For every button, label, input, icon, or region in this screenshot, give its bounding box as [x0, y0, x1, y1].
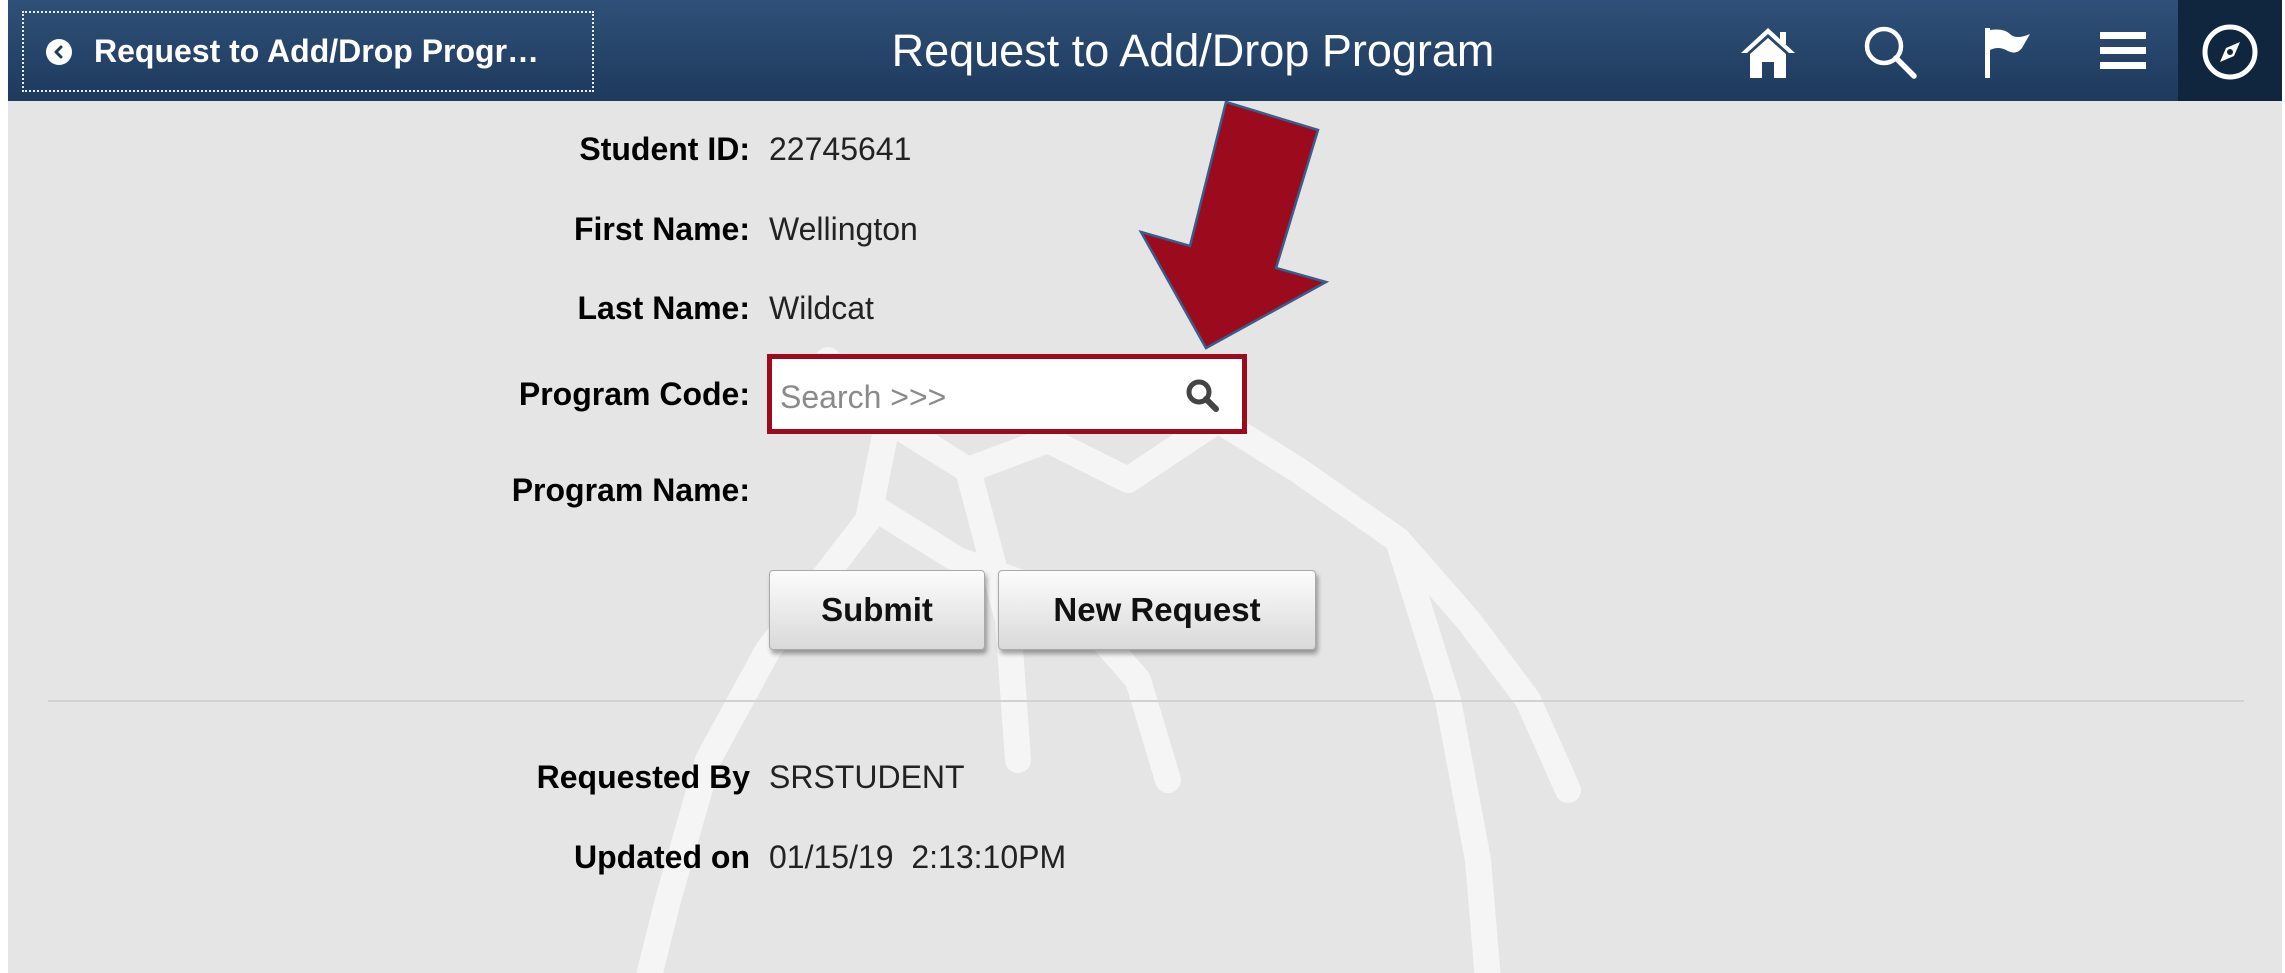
- program-code-label: Program Code:: [518, 376, 750, 412]
- flag-icon[interactable]: [1978, 22, 2038, 82]
- program-name-label: Program Name:: [511, 472, 750, 508]
- requested-by-value: SRSTUDENT: [769, 759, 965, 795]
- search-icon[interactable]: [1860, 22, 1920, 82]
- page-frame: Request to Add/Drop Progr… Request to Ad…: [8, 0, 2282, 973]
- student-id-value: 22745641: [769, 131, 912, 167]
- last-name-value: Wildcat: [769, 290, 874, 326]
- top-navigation-bar: Request to Add/Drop Progr… Request to Ad…: [8, 0, 2282, 101]
- section-divider: [48, 700, 2244, 702]
- compass-icon[interactable]: [2200, 22, 2260, 82]
- new-request-button[interactable]: New Request: [998, 570, 1316, 650]
- program-code-input[interactable]: [780, 374, 1140, 420]
- menu-icon[interactable]: [2094, 22, 2154, 82]
- last-name-label: Last Name:: [577, 290, 751, 326]
- page-title: Request to Add/Drop Program: [891, 24, 1495, 76]
- submit-button[interactable]: Submit: [769, 570, 985, 650]
- lookup-search-icon[interactable]: [1181, 374, 1225, 418]
- back-button[interactable]: Request to Add/Drop Progr…: [22, 11, 594, 92]
- student-id-label: Student ID:: [579, 131, 750, 167]
- first-name-value: Wellington: [769, 211, 918, 247]
- requested-by-label: Requested By: [536, 759, 750, 795]
- chevron-left-icon: [46, 38, 72, 65]
- updated-on-label: Updated on: [574, 839, 750, 875]
- first-name-label: First Name:: [573, 211, 750, 247]
- updated-on-value: 01/15/19 2:13:10PM: [769, 839, 1067, 875]
- home-icon[interactable]: [1738, 22, 1798, 82]
- back-button-label: Request to Add/Drop Progr…: [94, 33, 540, 69]
